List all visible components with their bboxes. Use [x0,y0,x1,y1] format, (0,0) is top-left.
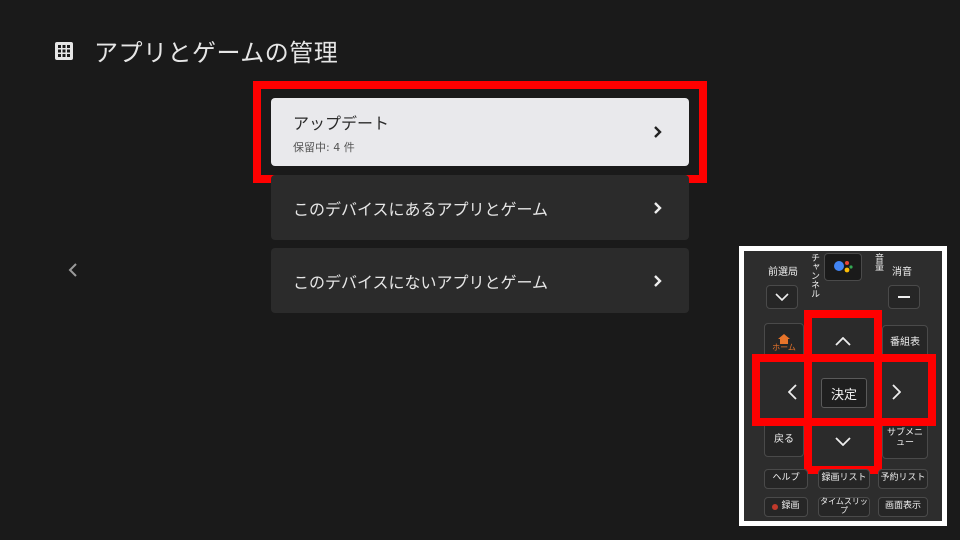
apps-grid-icon [54,41,74,61]
menu-item-label: このデバイスにないアプリとゲーム [293,272,549,292]
chevron-right-icon [651,125,663,139]
menu-item-not-installed-apps[interactable]: このデバイスにないアプリとゲーム [271,248,689,313]
back-label: 戻る [774,433,794,445]
kettei-button: 決定 [821,378,867,408]
mute-label: 消音 [892,267,912,278]
page-title: アプリとゲームの管理 [94,39,339,67]
submenu-label: サブメニュー [886,428,923,448]
yoyaku-list-label: 予約リスト [880,473,926,484]
mute-button [888,285,920,309]
rokuga-list-label: 録画リスト [821,473,867,484]
rokuga-button: 録画 [764,497,808,517]
prev-channel-button [766,285,798,309]
chevron-right-icon [651,201,663,215]
yoyaku-list-button: 予約リスト [878,469,928,489]
channel-label: チャンネル [809,253,819,298]
menu-item-updates[interactable]: アップデート 保留中: 4 件 [271,98,689,166]
chevron-right-icon [651,274,663,288]
help-label: ヘルプ [772,473,800,484]
dpad-right-icon [886,382,906,402]
record-dot-icon [772,504,779,510]
timeslip-label: タイムスリップ [820,497,868,515]
timeslip-button: タイムスリップ [818,497,870,517]
dpad-down-icon [833,431,853,451]
rokuga-list-button: 録画リスト [818,469,870,489]
help-button: ヘルプ [764,469,808,489]
gamen-hyouji-button: 画面表示 [878,497,928,517]
menu-item-label: このデバイスにあるアプリとゲーム [293,199,549,219]
dpad-up-icon [833,331,853,351]
gamen-hyouji-label: 画面表示 [884,501,921,512]
home-label: ホーム [772,342,796,352]
settings-menu: アップデート 保留中: 4 件 このデバイスにあるアプリとゲーム このデバイスに… [271,98,689,321]
assistant-button [824,253,862,281]
remote-control-image: 前選局 チャンネル 音量 消音 ホーム 番組表 戻る サブメニュー 決定 ヘルプ… [744,251,942,521]
menu-item-sublabel: 保留中: 4 件 [293,140,355,154]
remote-inset: 前選局 チャンネル 音量 消音 ホーム 番組表 戻る サブメニュー 決定 ヘルプ… [739,246,947,526]
bangumi-label: 番組表 [890,336,920,348]
rokuga-label: 録画 [781,501,800,512]
page-header: アプリとゲームの管理 [54,33,338,68]
volume-label: 音量 [873,253,883,271]
dpad-left-icon [782,382,802,402]
kettei-label: 決定 [830,387,857,403]
back-button: 戻る [764,421,804,457]
menu-item-installed-apps[interactable]: このデバイスにあるアプリとゲーム [271,175,689,240]
zensenkyoku-label: 前選局 [768,267,798,278]
menu-item-label: アップデート [293,113,390,133]
back-chevron-icon[interactable] [64,259,82,281]
